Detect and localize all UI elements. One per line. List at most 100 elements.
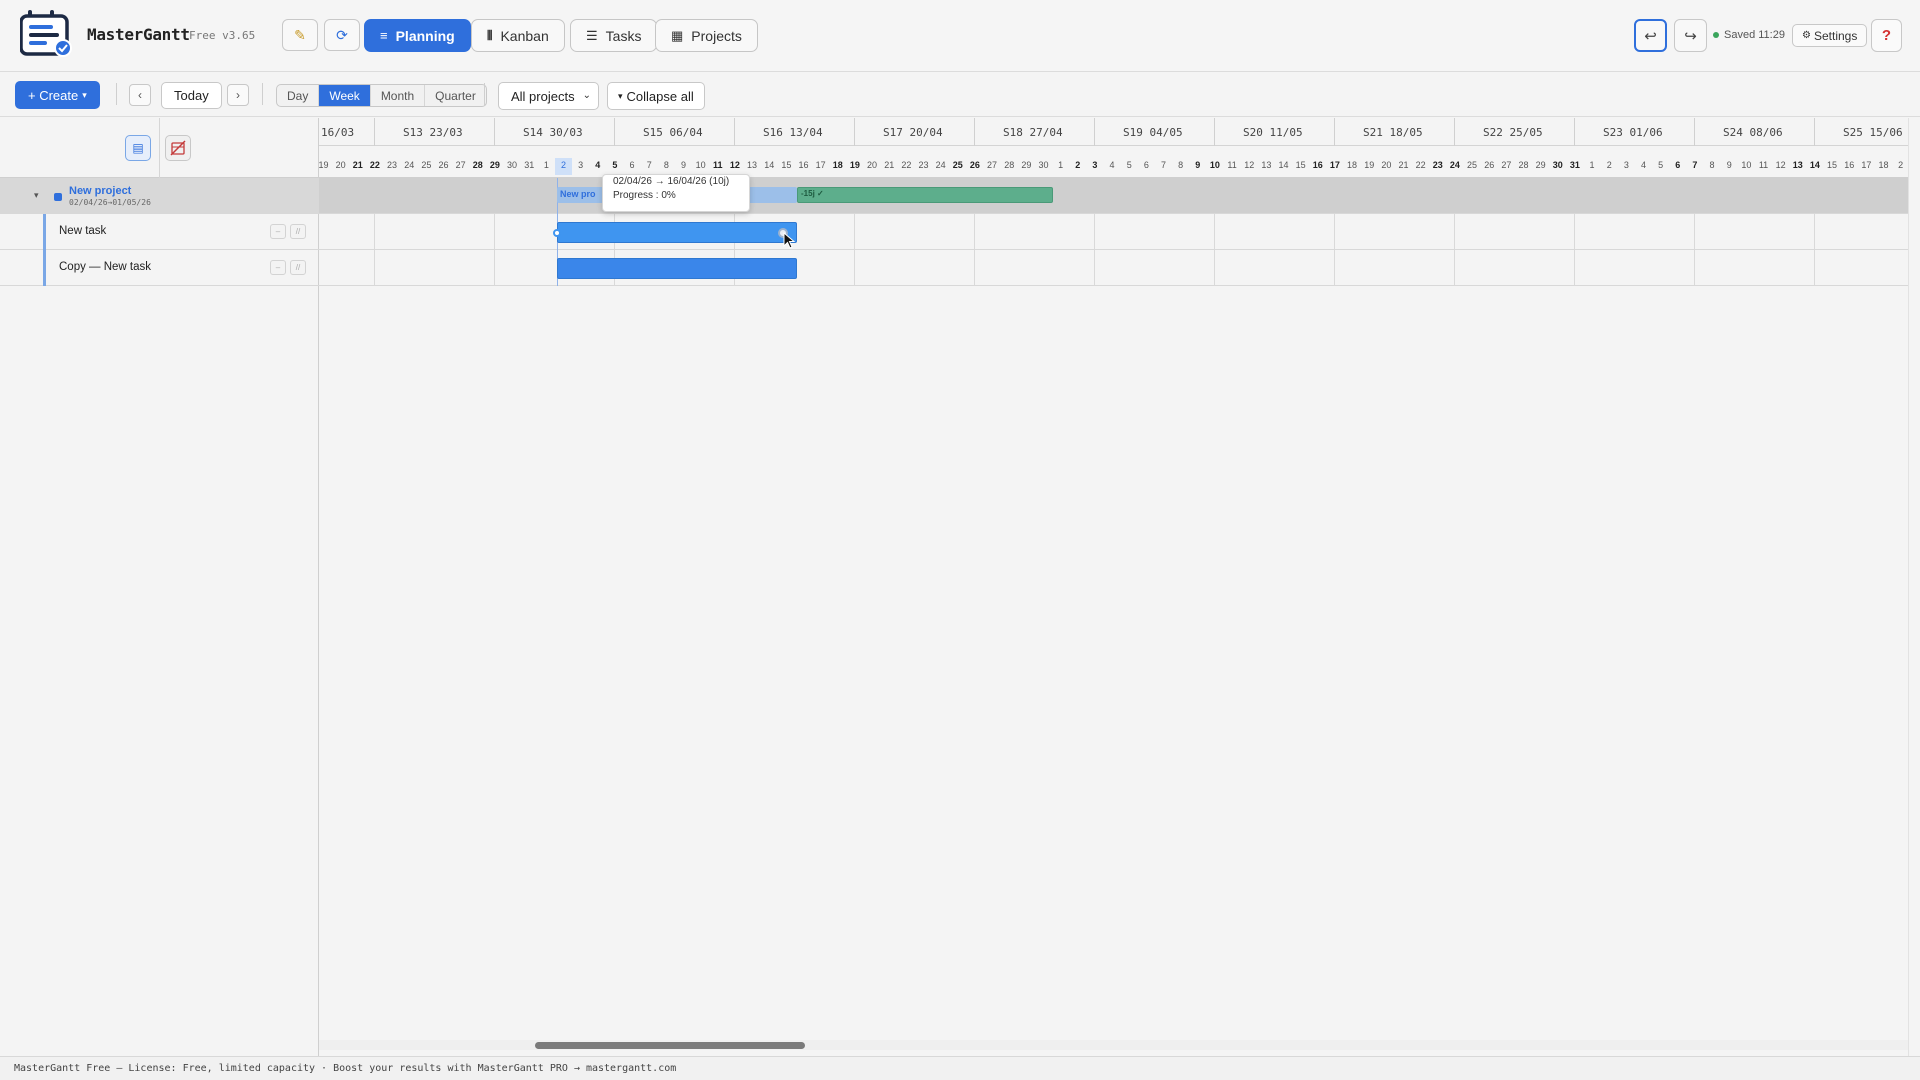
day-label: 10 [1741,160,1752,170]
day-label: 5 [1126,160,1132,170]
day-label: 27 [455,160,466,170]
view-week[interactable]: Week [319,85,371,106]
week-label: S22 25/05 [1483,126,1543,139]
task-bar[interactable] [557,222,797,243]
divider [484,83,485,105]
day-label: 4 [1109,160,1115,170]
day-label: 29 [489,160,500,170]
week-divider [854,118,855,146]
sync-button[interactable]: ⟳ [324,19,360,51]
day-label: 7 [1692,160,1698,170]
day-label: 8 [1709,160,1715,170]
day-label: 22 [369,160,380,170]
horizontal-scrollbar-thumb[interactable] [535,1042,805,1049]
project-row[interactable]: ▾ New project 02/04/26→01/05/26 [0,178,319,214]
divider [262,83,263,105]
saved-dot-icon [1713,32,1719,38]
row-outdent-button[interactable]: – [270,260,286,275]
collapse-all-button[interactable]: ▾ Collapse all [607,82,705,110]
view-quarter[interactable]: Quarter [425,85,486,106]
next-period-button[interactable]: › [227,84,249,106]
grid-icon: ▦ [671,27,684,43]
caret-down-icon: ▾ [618,90,623,101]
day-label: 28 [472,160,483,170]
day-label: 5 [1658,160,1664,170]
view-month[interactable]: Month [371,85,426,106]
day-label: 23 [387,160,398,170]
tab-tasks-label: Tasks [605,27,642,44]
task-bar[interactable] [557,258,797,279]
chevron-down-icon: ⌄ [582,90,591,101]
week-divider [1814,118,1815,146]
create-label: + Create [28,87,79,103]
project-slack-bar[interactable] [797,187,1053,203]
tab-tasks[interactable]: ☰ Tasks [570,19,658,52]
settings-label: Settings [1813,28,1858,43]
tab-planning[interactable]: ≡ Planning [364,19,471,52]
tab-kanban[interactable]: ⫴ Kanban [471,19,565,52]
tab-projects[interactable]: ▦ Projects [655,19,758,52]
day-label: 30 [507,160,518,170]
help-button[interactable]: ? [1871,19,1902,52]
day-label: 8 [663,160,669,170]
week-label: S21 18/05 [1363,126,1423,139]
day-label: 19 [319,160,329,170]
day-label: 3 [1623,160,1629,170]
task-row[interactable]: New task – // [0,214,319,250]
tab-kanban-label: Kanban [500,27,549,44]
day-label: 6 [1675,160,1681,170]
calendar-icon: ▤ [132,141,144,155]
previous-period-button[interactable]: ‹ [129,84,151,106]
hide-weekends-button[interactable] [165,135,191,161]
today-button[interactable]: Today [161,82,222,109]
chevron-left-icon: ‹ [138,88,142,102]
undo-button[interactable]: ↩ [1634,19,1667,52]
task-row[interactable]: Copy — New task – // [0,250,319,286]
day-label: 9 [680,160,686,170]
day-label: 14 [1809,160,1820,170]
day-label: 18 [1878,160,1889,170]
calendar-off-icon [170,140,186,156]
day-label: 12 [1775,160,1786,170]
day-label: 8 [1178,160,1184,170]
tooltip-progress: Progress : 0% [613,190,676,201]
gantt-timeline[interactable]: 16/03 S13 23/03 S14 30/03 S15 06/04 S16 13/0… [319,118,1908,1056]
saved-text: Saved 11:29 [1724,29,1785,41]
collapse-label: Collapse all [626,88,694,104]
row-outdent-button[interactable]: – [270,224,286,239]
day-label: 23 [1432,160,1443,170]
task-indent-bar [43,250,46,286]
week-label: S14 30/03 [523,126,583,139]
day-label: 26 [438,160,449,170]
row-link-button[interactable]: // [290,260,306,275]
day-label: 14 [764,160,775,170]
week-divider [1454,118,1455,146]
vertical-scrollbar[interactable] [1908,118,1920,1056]
task-indent-bar [43,214,46,250]
create-button[interactable]: + Create ▾ [15,81,100,109]
calendar-toggle-button[interactable]: ▤ [125,135,151,161]
collapse-caret-icon[interactable]: ▾ [34,190,39,201]
tab-planning-label: Planning [395,27,455,44]
day-label: 12 [1244,160,1255,170]
day-label: 17 [815,160,826,170]
day-label: 24 [935,160,946,170]
day-label: 16 [798,160,809,170]
day-label: 27 [987,160,998,170]
settings-button[interactable]: ⚙ Settings [1792,24,1868,47]
project-filter-select[interactable]: All projects ⌄ [498,82,599,110]
day-label: 24 [404,160,415,170]
edit-notes-button[interactable]: ✎ [282,19,318,51]
week-label: S18 27/04 [1003,126,1063,139]
day-label: 20 [335,160,346,170]
row-link-button[interactable]: // [290,224,306,239]
week-divider [614,118,615,146]
redo-icon: ↪ [1684,27,1697,45]
day-label: 10 [1209,160,1220,170]
view-day[interactable]: Day [277,85,320,106]
dependency-handle-left[interactable] [553,229,561,237]
day-label: 28 [1004,160,1015,170]
redo-button[interactable]: ↪ [1674,19,1707,52]
day-label: 14 [1278,160,1289,170]
week-label: S13 23/03 [403,126,463,139]
